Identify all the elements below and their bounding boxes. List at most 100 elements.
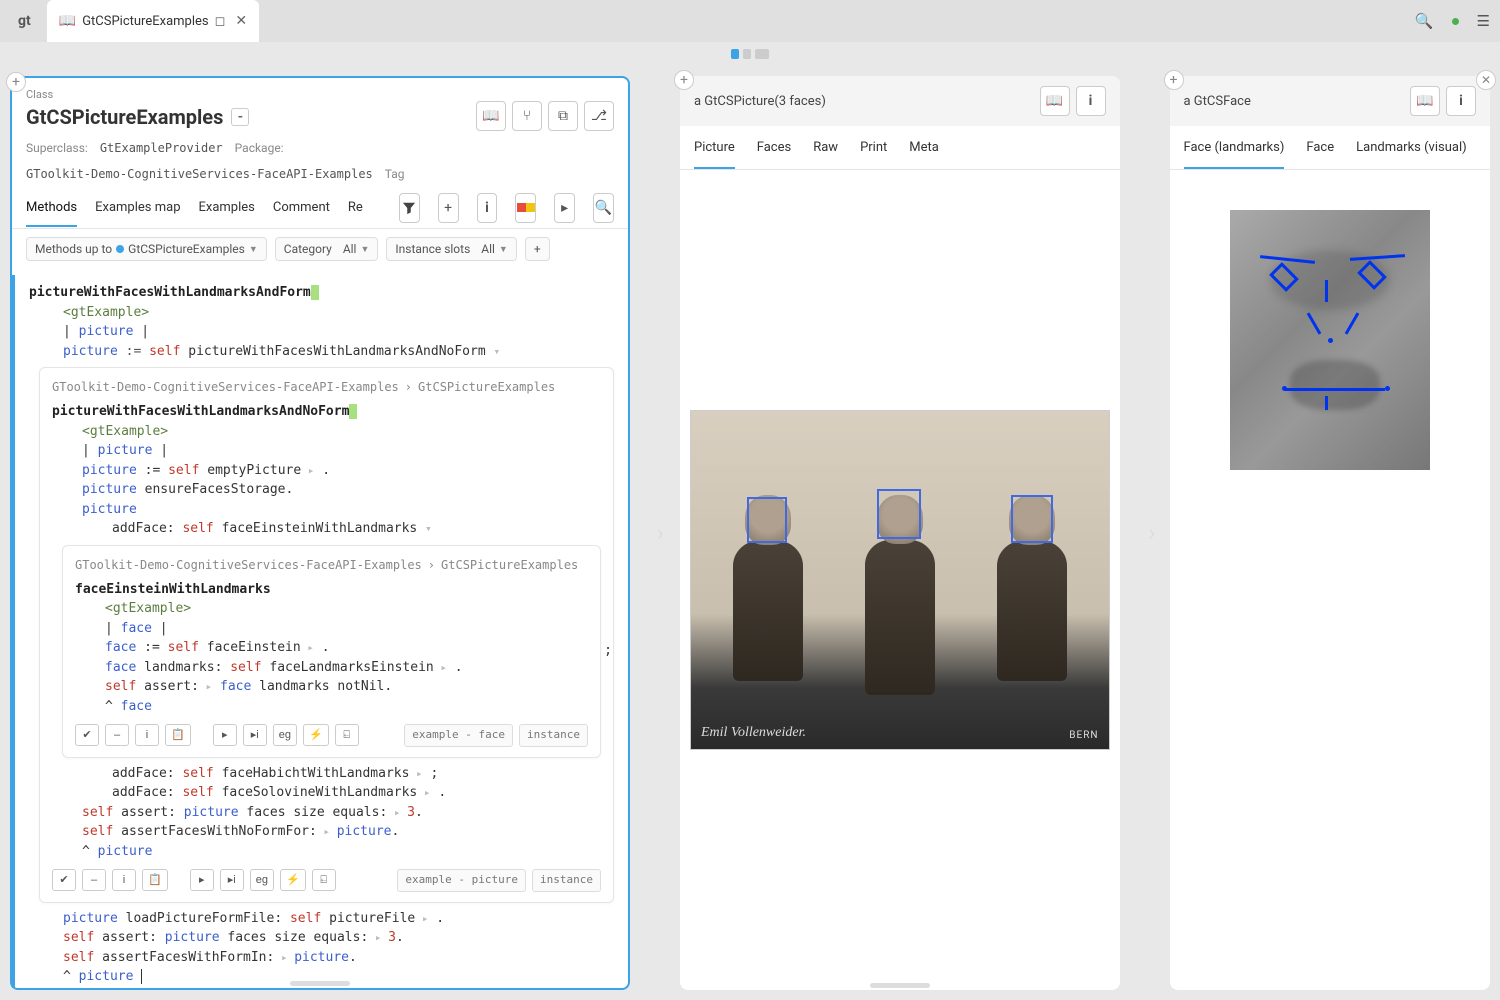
example-tag[interactable]: example - picture [397,869,526,892]
inspect-icon[interactable]: ⍇ [312,869,336,891]
pager-dot[interactable] [755,49,769,59]
pane-title: a GtCSFace [1184,94,1251,109]
chevron-right-icon[interactable]: › [657,519,664,547]
inspect-icon[interactable]: ⍇ [335,724,359,746]
nested-method-card[interactable]: GToolkit-Demo-CognitiveServices-FaceAPI-… [39,367,614,903]
face-bounding-box[interactable] [747,497,787,543]
scrollbar[interactable] [870,983,930,988]
tab-raw[interactable]: Raw [813,128,838,167]
tab-comment[interactable]: Comment [273,190,330,225]
play-icon[interactable]: ▸ [554,193,575,223]
copy-icon[interactable]: ⧉ [548,101,578,131]
remove-button[interactable]: – [105,724,129,746]
book-icon: 📖 [59,13,76,29]
remove-button[interactable]: – [82,869,106,891]
book-icon[interactable]: 📖 [1410,86,1440,116]
info-icon[interactable]: i [477,193,498,223]
tab-picture[interactable]: Picture [694,128,735,169]
scrollbar[interactable] [290,981,350,986]
class-pane: + Class GtCSPictureExamples - 📖 ⑂ ⧉ ⎇ Su… [10,76,630,990]
eg-button[interactable]: eg [273,724,297,746]
colors-icon[interactable] [515,193,536,223]
info-icon[interactable]: i [1076,86,1106,116]
info-button[interactable]: i [135,724,159,746]
clipboard-icon[interactable]: 📋 [142,869,168,891]
face-tabs: Face (landmarks) Face Landmarks (visual) [1170,126,1490,170]
package-label: Package: [235,141,284,155]
class-tabs: Methods Examples map Examples Comment Re… [12,187,628,229]
collapse-button[interactable]: - [231,108,249,126]
tag-label: Tag [385,167,405,181]
book-icon[interactable]: 📖 [1040,86,1070,116]
face-bounding-box[interactable] [1011,495,1053,543]
pager-dot[interactable] [743,49,751,59]
tab-references[interactable]: Re [348,190,363,225]
git-icon[interactable]: ⎇ [584,101,614,131]
info-icon[interactable]: i [1446,86,1476,116]
hierarchy-icon[interactable]: ⑂ [512,101,542,131]
face-bounding-box[interactable] [877,489,921,539]
app-logo: gt [10,13,39,29]
landmark-nose [1306,312,1321,334]
landmark-dot [1385,386,1390,391]
breadcrumb-class[interactable]: GtCSPictureExamples [441,556,578,574]
play-button[interactable]: ▸ [190,869,214,891]
expand-pane-button[interactable]: + [6,72,26,92]
expand-pane-button[interactable]: + [674,70,694,90]
tab-methods[interactable]: Methods [26,190,77,227]
tab-faces[interactable]: Faces [757,128,791,167]
tab-print[interactable]: Print [860,128,887,167]
filter-category[interactable]: Category All ▼ [275,237,379,261]
breadcrumb-package[interactable]: GToolkit-Demo-CognitiveServices-FaceAPI-… [52,378,399,396]
picture-tabs: Picture Faces Raw Print Meta [680,126,1120,170]
accept-button[interactable]: ✔ [52,869,76,891]
tab-face[interactable]: Face [1306,128,1334,167]
close-pane-button[interactable]: ✕ [1476,70,1496,90]
face-crop[interactable] [1230,210,1430,470]
window-tab[interactable]: 📖 GtCSPictureExamples ◻ ✕ [47,0,259,42]
breadcrumb-package[interactable]: GToolkit-Demo-CognitiveServices-FaceAPI-… [75,556,422,574]
chevron-right-icon[interactable]: › [1148,519,1155,547]
debug-button[interactable]: ⚡ [280,869,306,891]
play-inspect-button[interactable]: ▸i [220,869,244,891]
instance-tag[interactable]: instance [519,724,588,747]
search-icon[interactable]: 🔍 [1415,12,1434,30]
tab-meta[interactable]: Meta [909,128,939,167]
tab-face-landmarks[interactable]: Face (landmarks) [1184,128,1285,169]
nested-method-card[interactable]: GToolkit-Demo-CognitiveServices-FaceAPI-… [62,545,601,758]
breadcrumb-class[interactable]: GtCSPictureExamples [418,378,555,396]
hamburger-icon[interactable]: ☰ [1477,12,1490,30]
class-name: GtCSPictureExamples [26,105,223,129]
accept-button[interactable]: ✔ [75,724,99,746]
expand-pane-button[interactable]: + [1164,70,1184,90]
maximize-icon[interactable]: ◻ [215,14,226,29]
add-icon[interactable]: + [438,193,459,223]
superclass-value[interactable]: GtExampleProvider [100,141,223,155]
filter-icon[interactable] [399,193,420,223]
landmark-mouth [1325,396,1328,410]
search-icon[interactable]: 🔍 [593,193,614,223]
pager-dot[interactable] [731,49,739,59]
clipboard-icon[interactable]: 📋 [165,724,191,746]
info-button[interactable]: i [112,869,136,891]
instance-tag[interactable]: instance [532,869,601,892]
book-icon[interactable]: 📖 [476,101,506,131]
face-pane: + ✕ a GtCSFace 📖 i Face (landmarks) Face… [1170,76,1490,990]
example-tag[interactable]: example - face [404,724,513,747]
method-block[interactable]: pictureWithFacesWithLandmarksAndForm <gt… [12,275,628,988]
photo-mark: BERN [1069,730,1098,741]
tab-examples[interactable]: Examples [199,190,255,225]
play-inspect-button[interactable]: ▸i [243,724,267,746]
add-filter-button[interactable]: + [525,237,550,261]
debug-button[interactable]: ⚡ [303,724,329,746]
package-value[interactable]: GToolkit-Demo-CognitiveServices-FaceAPI-… [26,167,373,181]
filter-methods-up-to[interactable]: Methods up to GtCSPictureExamples ▼ [26,237,267,261]
filter-instance-slots[interactable]: Instance slots All ▼ [386,237,516,261]
landmark-dot [1328,338,1333,343]
play-button[interactable]: ▸ [213,724,237,746]
photo-frame[interactable]: Emil Vollenweider. BERN [690,410,1110,750]
close-icon[interactable]: ✕ [235,13,247,29]
tab-examples-map[interactable]: Examples map [95,190,180,225]
tab-landmarks-visual[interactable]: Landmarks (visual) [1356,128,1467,167]
eg-button[interactable]: eg [250,869,274,891]
